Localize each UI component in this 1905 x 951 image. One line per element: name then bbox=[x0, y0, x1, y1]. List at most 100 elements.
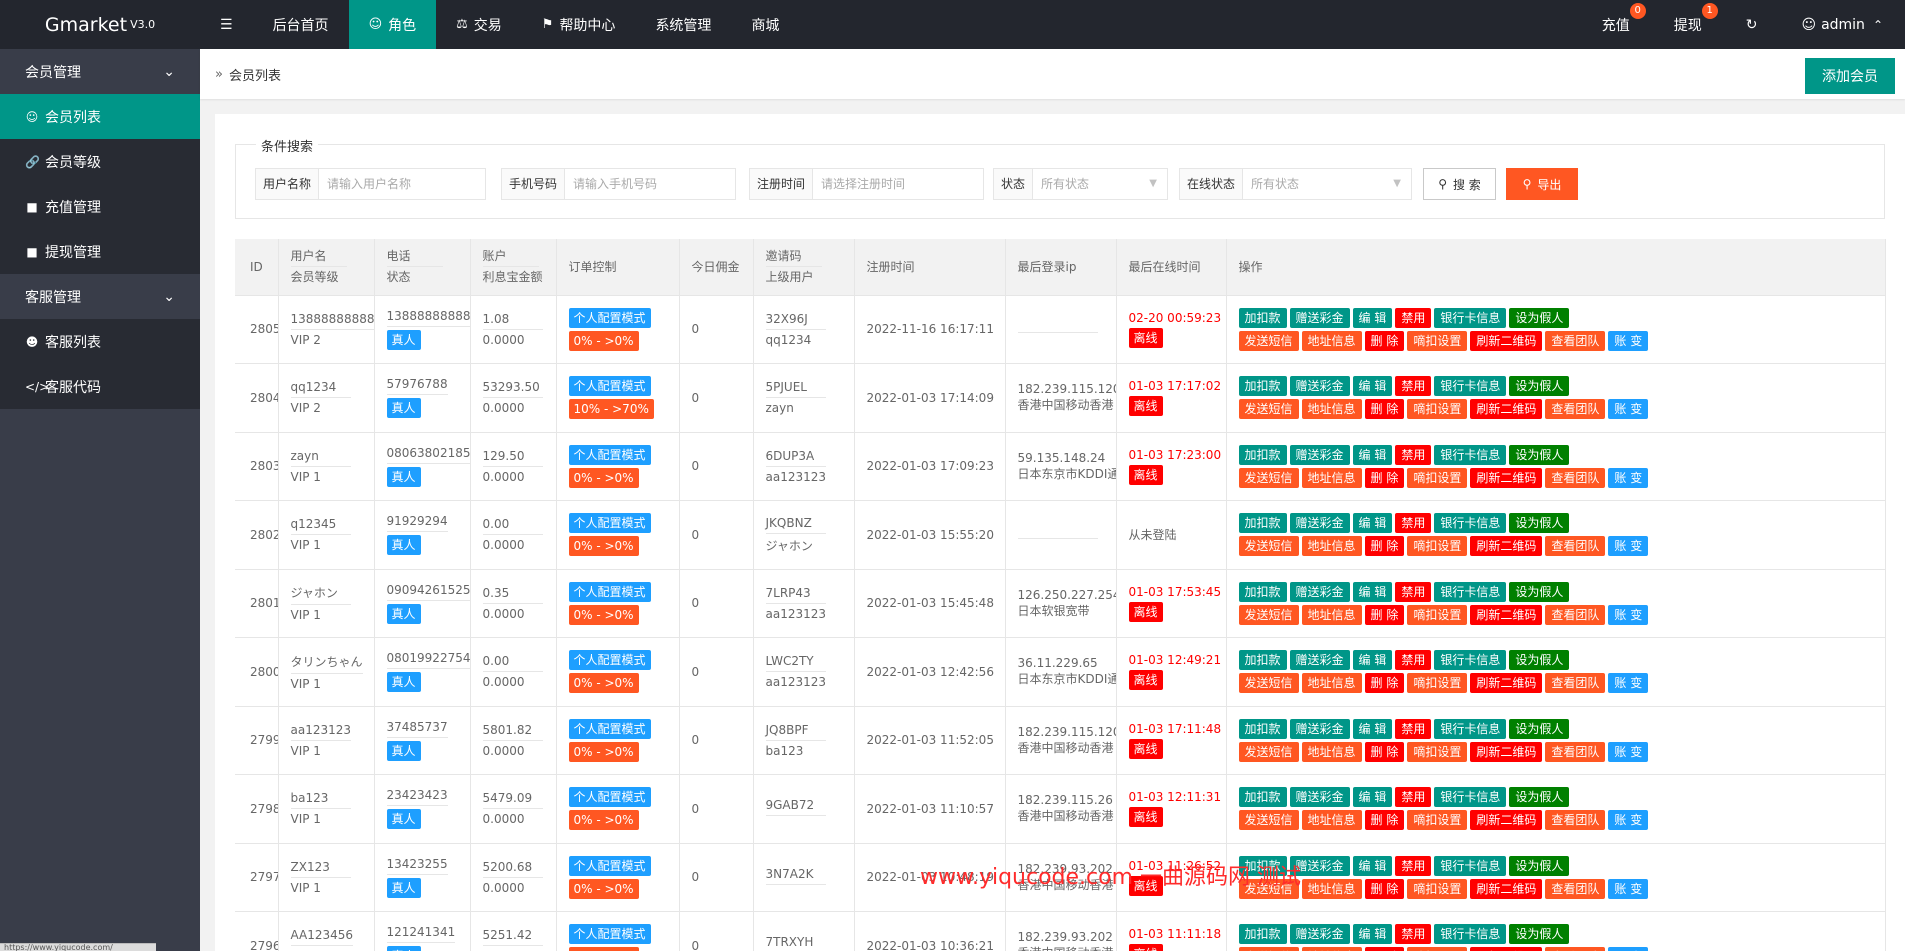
sidebar-item-member-list[interactable]: ☺ 会员列表 bbox=[0, 94, 200, 139]
address-info-button[interactable]: 地址信息 bbox=[1301, 604, 1362, 625]
order-mode-badge[interactable]: 个人配置模式 bbox=[568, 855, 651, 876]
address-info-button[interactable]: 地址信息 bbox=[1301, 947, 1362, 951]
nav-item-system[interactable]: 系统管理 bbox=[635, 0, 731, 49]
order-mode-badge[interactable]: 个人配置模式 bbox=[568, 581, 651, 602]
phone-input[interactable]: 请输入手机号码 bbox=[565, 169, 735, 199]
edit-button[interactable]: 编 辑 bbox=[1352, 924, 1393, 945]
delete-button[interactable]: 删 除 bbox=[1364, 741, 1405, 762]
bank-card-button[interactable]: 银行卡信息 bbox=[1434, 307, 1507, 328]
order-mode-badge[interactable]: 个人配置模式 bbox=[568, 444, 651, 465]
set-fake-button[interactable]: 设为假人 bbox=[1509, 718, 1570, 739]
view-team-button[interactable]: 查看团队 bbox=[1545, 330, 1606, 351]
delete-button[interactable]: 删 除 bbox=[1364, 947, 1405, 951]
order-mode-badge[interactable]: 个人配置模式 bbox=[568, 787, 651, 808]
bank-card-button[interactable]: 银行卡信息 bbox=[1434, 513, 1507, 534]
delete-button[interactable]: 删 除 bbox=[1364, 810, 1405, 831]
menu-toggle-button[interactable]: ☰ bbox=[200, 0, 253, 49]
send-sms-button[interactable]: 发送短信 bbox=[1238, 536, 1299, 557]
account-change-button[interactable]: 账 变 bbox=[1608, 673, 1649, 694]
deduct-setting-button[interactable]: 嘀扣设置 bbox=[1407, 673, 1468, 694]
bank-card-button[interactable]: 银行卡信息 bbox=[1434, 581, 1507, 602]
deduct-setting-button[interactable]: 嘀扣设置 bbox=[1407, 878, 1468, 899]
username-input[interactable]: 请输入用户名称 bbox=[319, 169, 485, 199]
set-fake-button[interactable]: 设为假人 bbox=[1509, 376, 1570, 397]
send-sms-button[interactable]: 发送短信 bbox=[1238, 604, 1299, 625]
add-deduct-button[interactable]: 加扣款 bbox=[1238, 581, 1287, 602]
account-change-button[interactable]: 账 变 bbox=[1608, 604, 1649, 625]
send-sms-button[interactable]: 发送短信 bbox=[1238, 741, 1299, 762]
view-team-button[interactable]: 查看团队 bbox=[1545, 947, 1606, 951]
gift-bonus-button[interactable]: 赠送彩金 bbox=[1289, 650, 1350, 671]
deduct-setting-button[interactable]: 嘀扣设置 bbox=[1407, 604, 1468, 625]
refresh-qrcode-button[interactable]: 刷新二维码 bbox=[1470, 399, 1543, 420]
sidebar-item-service-code[interactable]: </> 客服代码 bbox=[0, 364, 200, 409]
address-info-button[interactable]: 地址信息 bbox=[1301, 741, 1362, 762]
deduct-setting-button[interactable]: 嘀扣设置 bbox=[1407, 536, 1468, 557]
disable-button[interactable]: 禁用 bbox=[1395, 650, 1432, 671]
view-team-button[interactable]: 查看团队 bbox=[1545, 810, 1606, 831]
add-deduct-button[interactable]: 加扣款 bbox=[1238, 650, 1287, 671]
delete-button[interactable]: 删 除 bbox=[1364, 536, 1405, 557]
edit-button[interactable]: 编 辑 bbox=[1352, 376, 1393, 397]
gift-bonus-button[interactable]: 赠送彩金 bbox=[1289, 376, 1350, 397]
disable-button[interactable]: 禁用 bbox=[1395, 513, 1432, 534]
search-button[interactable]: ⚲ 搜 索 bbox=[1423, 168, 1496, 200]
account-change-button[interactable]: 账 变 bbox=[1608, 947, 1649, 951]
order-mode-badge[interactable]: 个人配置模式 bbox=[568, 307, 651, 328]
gift-bonus-button[interactable]: 赠送彩金 bbox=[1289, 307, 1350, 328]
edit-button[interactable]: 编 辑 bbox=[1352, 581, 1393, 602]
disable-button[interactable]: 禁用 bbox=[1395, 376, 1432, 397]
regtime-input[interactable]: 请选择注册时间 bbox=[813, 169, 983, 199]
order-mode-badge[interactable]: 个人配置模式 bbox=[568, 718, 651, 739]
set-fake-button[interactable]: 设为假人 bbox=[1509, 924, 1570, 945]
bank-card-button[interactable]: 银行卡信息 bbox=[1434, 650, 1507, 671]
set-fake-button[interactable]: 设为假人 bbox=[1509, 444, 1570, 465]
bank-card-button[interactable]: 银行卡信息 bbox=[1434, 376, 1507, 397]
withdraw-link[interactable]: 提现 1 bbox=[1652, 0, 1724, 49]
refresh-qrcode-button[interactable]: 刷新二维码 bbox=[1470, 467, 1543, 488]
send-sms-button[interactable]: 发送短信 bbox=[1238, 399, 1299, 420]
send-sms-button[interactable]: 发送短信 bbox=[1238, 810, 1299, 831]
address-info-button[interactable]: 地址信息 bbox=[1301, 673, 1362, 694]
edit-button[interactable]: 编 辑 bbox=[1352, 787, 1393, 808]
edit-button[interactable]: 编 辑 bbox=[1352, 444, 1393, 465]
online-select[interactable]: 所有状态 ▼ bbox=[1243, 169, 1411, 199]
sidebar-group-members[interactable]: 会员管理 ⌄ bbox=[0, 49, 200, 94]
delete-button[interactable]: 删 除 bbox=[1364, 604, 1405, 625]
gift-bonus-button[interactable]: 赠送彩金 bbox=[1289, 924, 1350, 945]
view-team-button[interactable]: 查看团队 bbox=[1545, 878, 1606, 899]
gift-bonus-button[interactable]: 赠送彩金 bbox=[1289, 581, 1350, 602]
disable-button[interactable]: 禁用 bbox=[1395, 444, 1432, 465]
gift-bonus-button[interactable]: 赠送彩金 bbox=[1289, 444, 1350, 465]
nav-item-help[interactable]: ⚑ 帮助中心 bbox=[522, 0, 636, 49]
disable-button[interactable]: 禁用 bbox=[1395, 581, 1432, 602]
gift-bonus-button[interactable]: 赠送彩金 bbox=[1289, 718, 1350, 739]
status-select[interactable]: 所有状态 ▼ bbox=[1033, 169, 1167, 199]
address-info-button[interactable]: 地址信息 bbox=[1301, 330, 1362, 351]
refresh-qrcode-button[interactable]: 刷新二维码 bbox=[1470, 741, 1543, 762]
edit-button[interactable]: 编 辑 bbox=[1352, 307, 1393, 328]
deduct-setting-button[interactable]: 嘀扣设置 bbox=[1407, 810, 1468, 831]
delete-button[interactable]: 删 除 bbox=[1364, 330, 1405, 351]
nav-item-mall[interactable]: 商城 bbox=[731, 0, 799, 49]
address-info-button[interactable]: 地址信息 bbox=[1301, 810, 1362, 831]
deduct-setting-button[interactable]: 嘀扣设置 bbox=[1407, 947, 1468, 951]
recharge-link[interactable]: 充值 0 bbox=[1580, 0, 1652, 49]
account-change-button[interactable]: 账 变 bbox=[1608, 810, 1649, 831]
bank-card-button[interactable]: 银行卡信息 bbox=[1434, 924, 1507, 945]
sidebar-item-service-list[interactable]: ☻ 客服列表 bbox=[0, 319, 200, 364]
add-deduct-button[interactable]: 加扣款 bbox=[1238, 718, 1287, 739]
deduct-setting-button[interactable]: 嘀扣设置 bbox=[1407, 399, 1468, 420]
refresh-qrcode-button[interactable]: 刷新二维码 bbox=[1470, 673, 1543, 694]
gift-bonus-button[interactable]: 赠送彩金 bbox=[1289, 787, 1350, 808]
deduct-setting-button[interactable]: 嘀扣设置 bbox=[1407, 467, 1468, 488]
app-logo[interactable]: Gmarket V3.0 bbox=[0, 0, 200, 49]
address-info-button[interactable]: 地址信息 bbox=[1301, 878, 1362, 899]
view-team-button[interactable]: 查看团队 bbox=[1545, 604, 1606, 625]
address-info-button[interactable]: 地址信息 bbox=[1301, 399, 1362, 420]
disable-button[interactable]: 禁用 bbox=[1395, 855, 1432, 876]
delete-button[interactable]: 删 除 bbox=[1364, 399, 1405, 420]
bank-card-button[interactable]: 银行卡信息 bbox=[1434, 444, 1507, 465]
send-sms-button[interactable]: 发送短信 bbox=[1238, 673, 1299, 694]
bank-card-button[interactable]: 银行卡信息 bbox=[1434, 787, 1507, 808]
